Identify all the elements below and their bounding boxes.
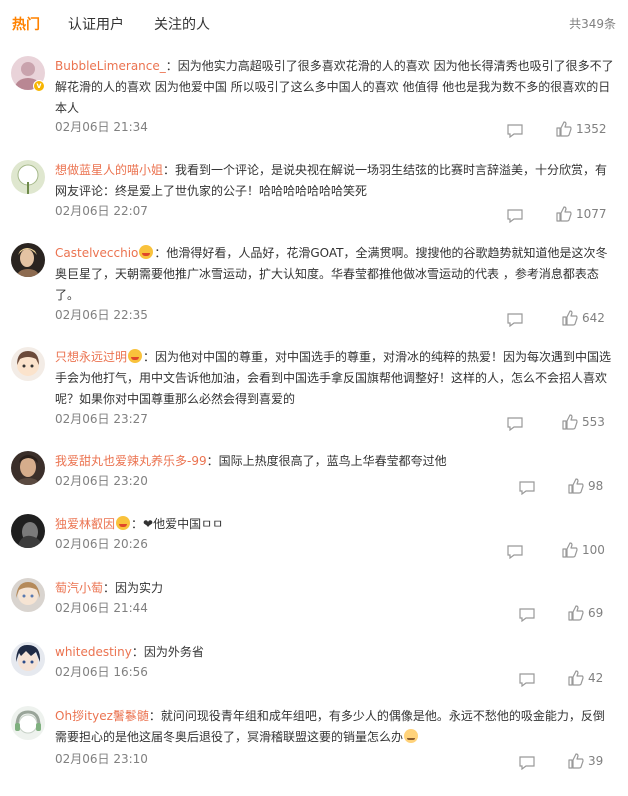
tab-verified-users[interactable]: 认证用户 [68,14,124,34]
reply-icon[interactable] [519,607,535,623]
comment-username[interactable]: 我爱甜丸也爱辣丸养乐多-99 [55,454,207,468]
comment-username[interactable]: 独爱林叡因 [55,517,115,531]
comment-time: 02月06日 16:56 [55,665,148,679]
comment-username[interactable]: 只想永远过明 [55,350,127,364]
comment-body: ：❤他爱中国ㅁㅁ [131,517,224,531]
avatar[interactable] [11,706,45,740]
like-icon[interactable] [556,206,572,226]
comment-username[interactable]: 萄汽小萄 [55,581,103,595]
comment-time: 02月06日 23:10 [55,752,148,766]
like-icon[interactable] [568,753,584,773]
like-icon[interactable] [556,121,572,141]
avatar[interactable] [11,642,45,676]
avatar-dark-icon [11,514,45,548]
comment-total-count: 共349条 [569,17,616,31]
avatar-anime-boy-icon [11,642,45,676]
verified-badge-icon: v [33,80,45,92]
comment-text: Castelvecchio ：他滑得好看，人品好，花滑GOAT，全满贯啊。搜搜他的… [55,243,614,306]
like-count: 98 [588,479,604,493]
like-icon[interactable] [568,605,584,625]
comment-text: 萄汽小萄：因为实力 [55,578,614,599]
fox-emoji-icon [404,729,419,743]
like-count: 642 [582,311,605,325]
reply-icon[interactable] [507,312,523,328]
avatar-headphones-icon [11,706,45,740]
reply-icon[interactable] [519,672,535,688]
avatar[interactable] [11,451,45,485]
comment-tabs: 热门 认证用户 关注的人 共349条 [0,0,628,46]
like-icon[interactable] [562,542,578,562]
like-icon[interactable] [562,414,578,434]
like-count: 100 [582,543,605,557]
reply-icon[interactable] [507,544,523,560]
like-count: 42 [588,671,604,685]
comment-time: 02月06日 20:26 [55,537,148,551]
smile-emoji-icon [139,245,154,259]
like-icon[interactable] [568,670,584,690]
reply-icon[interactable] [519,755,535,771]
comment-body: ：国际上热度很高了，蓝鸟上华春莹都夸过他 [206,454,447,468]
comment-username[interactable]: Castelvecchio [55,246,138,260]
comment-time: 02月06日 21:44 [55,601,148,615]
smile-emoji-icon [116,516,131,530]
avatar[interactable] [11,243,45,277]
avatar[interactable] [11,347,45,381]
comment-time: 02月06日 23:27 [55,412,148,426]
reply-icon[interactable] [507,208,523,224]
comment-text: 只想永远过明 ：因为他对中国的尊重，对中国选手的尊重，对滑冰的纯粹的热爱！因为每次… [55,347,614,410]
reply-icon[interactable] [519,480,535,496]
comment-text: 想做蓝星人的喵小姐：我看到一个评论，是说央视在解说一场羽生结弦的比赛时言辞溢美，… [55,160,614,202]
comment-text: BubbleLimerance_：因为他实力高超吸引了很多喜欢花滑的人的喜欢 因… [55,56,614,119]
smile-emoji-icon [128,349,143,363]
comment-time: 02月06日 21:34 [55,120,148,134]
comment-text: whitedestiny：因为外务省 [55,642,614,663]
avatar-portrait-icon [11,243,45,277]
comment-text: 独爱林叡因 ：❤他爱中国ㅁㅁ [55,514,614,535]
comment-body: ：因为实力 [103,581,164,595]
comment-username[interactable]: BubbleLimerance_ [55,59,166,73]
comment-body: ：因为外务省 [131,645,204,659]
tab-following[interactable]: 关注的人 [154,14,210,34]
reply-icon[interactable] [507,123,523,139]
comment-username[interactable]: 想做蓝星人的喵小姐 [55,163,163,177]
comment-username[interactable]: Oh拶ityez鬐鬖髄 [55,709,149,723]
comment-username[interactable]: whitedestiny [55,645,132,659]
like-count: 1077 [576,207,607,221]
like-icon[interactable] [568,478,584,498]
like-count: 1352 [576,122,607,136]
tab-hot[interactable]: 热门 [12,14,40,34]
avatar-cartoon-girl-icon [11,347,45,381]
avatar-dandelion-icon [11,160,45,194]
avatar[interactable] [11,514,45,548]
comment-text: Oh拶ityez鬐鬖髄：就问问现役青年组和成年组吧，有多少人的偶像是他。永远不愁… [55,706,614,748]
comment-time: 02月06日 22:07 [55,204,148,218]
avatar[interactable] [11,160,45,194]
avatar-man-icon [11,451,45,485]
avatar[interactable] [11,578,45,612]
comment-time: 02月06日 22:35 [55,308,148,322]
like-icon[interactable] [562,310,578,330]
comment-time: 02月06日 23:20 [55,474,148,488]
like-count: 39 [588,754,604,768]
avatar-anime-icon [11,578,45,612]
like-count: 69 [588,606,604,620]
reply-icon[interactable] [507,416,523,432]
comment-text: 我爱甜丸也爱辣丸养乐多-99：国际上热度很高了，蓝鸟上华春莹都夸过他 [55,451,614,472]
like-count: 553 [582,415,605,429]
